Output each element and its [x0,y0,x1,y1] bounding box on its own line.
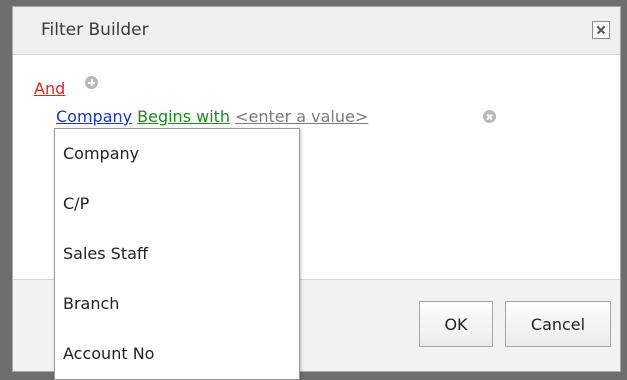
condition-value-link[interactable]: <enter a value> [235,107,368,126]
dropdown-item-branch[interactable]: Branch [55,279,299,329]
dialog-titlebar: Filter Builder [13,7,620,55]
filter-condition-row: Company Begins with <enter a value> [56,107,368,126]
dropdown-item-account-no[interactable]: Account No [55,329,299,379]
condition-field-link[interactable]: Company [56,107,132,126]
remove-condition-icon[interactable] [483,110,496,123]
group-operator-link[interactable]: And [34,79,65,98]
cancel-button[interactable]: Cancel [505,301,611,347]
ok-button[interactable]: OK [419,301,493,347]
dropdown-item-sales-staff[interactable]: Sales Staff [55,229,299,279]
condition-operation-link[interactable]: Begins with [137,107,230,126]
dropdown-item-company[interactable]: Company [55,129,299,179]
dropdown-item-cp[interactable]: C/P [55,179,299,229]
add-condition-icon[interactable] [85,76,98,89]
field-dropdown-list: Company C/P Sales Staff Branch Account N… [54,128,300,380]
close-icon[interactable] [592,21,610,39]
dialog-title: Filter Builder [41,20,149,40]
